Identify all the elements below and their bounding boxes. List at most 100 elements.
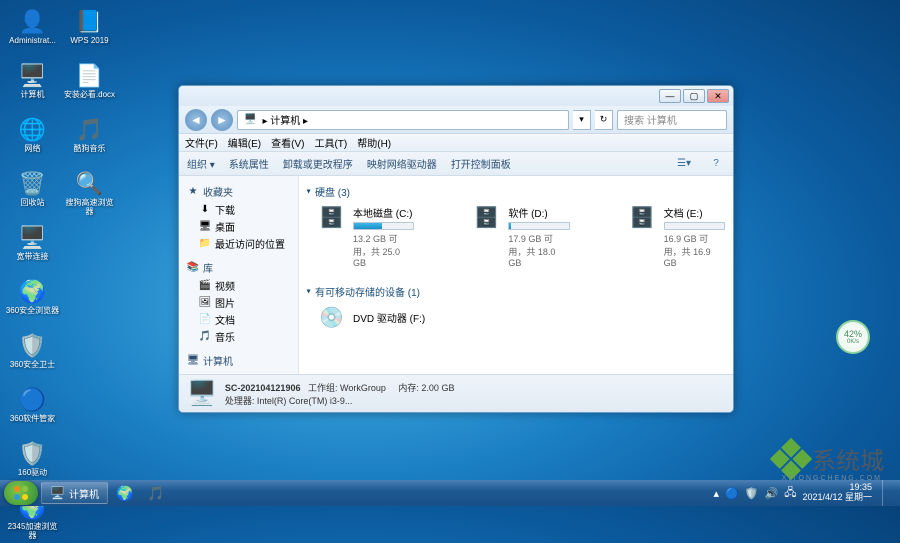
menu-edit[interactable]: 编辑(E): [228, 135, 261, 150]
search-icon: 🔍: [76, 170, 104, 198]
shield-icon: 🛡️: [19, 440, 47, 468]
start-button[interactable]: [4, 481, 38, 505]
library-icon: 📚: [187, 262, 199, 274]
hdd-icon: 🗄️: [630, 205, 658, 229]
main-pane: 硬盘 (3) 🗄️ 本地磁盘 (C:) 13.2 GB 可用，共 25.0 GB…: [299, 176, 733, 374]
windows-icon: [13, 485, 29, 501]
desktop-icon[interactable]: 🖥️宽带连接: [5, 221, 60, 273]
system-tray: ▴ 🔵 🛡️ 🔊 🖧 19:35 2021/4/12 星期一: [714, 480, 896, 506]
taskbar-pin-music[interactable]: 🎵: [142, 482, 170, 504]
desktop-icon[interactable]: 🌍360安全浏览器: [5, 275, 60, 327]
forward-button[interactable]: ►: [211, 109, 233, 131]
nav-pictures[interactable]: 🖼图片: [183, 294, 294, 311]
user-icon: 👤: [19, 8, 47, 36]
desktop-icon[interactable]: 📄安装必看.docx: [62, 59, 117, 111]
taskbar-item-computer[interactable]: 🖥️ 计算机: [41, 482, 108, 504]
desktop-icon[interactable]: 🖥️计算机: [5, 59, 60, 111]
connection-icon: 🖥️: [19, 224, 47, 252]
performance-widget[interactable]: 42% 0K/s: [836, 320, 870, 354]
nav-documents[interactable]: 📄文档: [183, 311, 294, 328]
search-input[interactable]: 搜索 计算机: [617, 110, 727, 130]
nav-videos[interactable]: 🎬视频: [183, 277, 294, 294]
tray-app-icon[interactable]: 🔵: [725, 487, 739, 500]
organize-button[interactable]: 组织 ▾: [187, 156, 215, 171]
picture-icon: 🖼: [199, 297, 211, 309]
minimize-button[interactable]: —: [659, 89, 681, 103]
music-icon: 🎵: [199, 331, 211, 343]
computer-name: SC-202104121906: [225, 383, 301, 393]
nav-downloads[interactable]: ⬇下载: [183, 201, 294, 218]
nav-music[interactable]: 🎵音乐: [183, 328, 294, 345]
desktop-icon[interactable]: 🛡️360安全卫士: [5, 329, 60, 381]
drive-d[interactable]: 🗄️ 软件 (D:) 17.9 GB 可用，共 18.0 GB: [474, 205, 569, 268]
control-panel-button[interactable]: 打开控制面板: [451, 156, 511, 171]
computer-icon: 🖥️: [50, 486, 65, 500]
show-desktop-button[interactable]: [882, 480, 892, 506]
help-icon[interactable]: ?: [707, 155, 725, 173]
tray-volume-icon[interactable]: 🔊: [764, 487, 778, 500]
breadcrumb-path: ▸ 计算机 ▸: [262, 112, 308, 127]
maximize-button[interactable]: ▢: [683, 89, 705, 103]
refresh-button[interactable]: ↻: [595, 110, 613, 130]
view-options-icon[interactable]: ☰▾: [675, 155, 693, 173]
menu-file[interactable]: 文件(F): [185, 135, 218, 150]
widget-sub: 0K/s: [847, 339, 859, 345]
hdd-icon: 🗄️: [474, 205, 502, 229]
taskbar-pin-browser[interactable]: 🌍: [111, 482, 139, 504]
taskbar: 🖥️ 计算机 🌍 🎵 ▴ 🔵 🛡️ 🔊 🖧 19:35 2021/4/12 星期…: [0, 480, 900, 506]
desktop-icon[interactable]: 🗑️回收站: [5, 167, 60, 219]
app-icon: 🔵: [19, 386, 47, 414]
system-properties-button[interactable]: 系统属性: [229, 156, 269, 171]
desktop-icons-col1: 👤Administrat... 🖥️计算机 🌐网络 🗑️回收站 🖥️宽带连接 🌍…: [5, 5, 60, 543]
shield-icon: 🛡️: [19, 332, 47, 360]
nav-desktop[interactable]: 🖥桌面: [183, 218, 294, 235]
desktop-icon[interactable]: 📘WPS 2019: [62, 5, 117, 57]
video-icon: 🎬: [199, 280, 211, 292]
desktop-icon[interactable]: 👤Administrat...: [5, 5, 60, 57]
explorer-window: — ▢ ✕ ◄ ► 🖥️ ▸ 计算机 ▸ ▾ ↻ 搜索 计算机 文件(F) 编辑…: [178, 85, 734, 413]
menu-tools[interactable]: 工具(T): [314, 135, 347, 150]
desktop-icon[interactable]: 🔵360软件管家: [5, 383, 60, 435]
map-drive-button[interactable]: 映射网络驱动器: [367, 156, 437, 171]
desktop-icon[interactable]: 🎵酷狗音乐: [62, 113, 117, 165]
device-name: DVD 驱动器 (F:): [353, 310, 425, 325]
drive-info: 13.2 GB 可用，共 25.0 GB: [353, 232, 414, 268]
wps-icon: 📘: [76, 8, 104, 36]
group-hdd[interactable]: 硬盘 (3): [307, 182, 725, 201]
menu-view[interactable]: 查看(V): [271, 135, 304, 150]
breadcrumb-dropdown[interactable]: ▾: [573, 110, 591, 130]
navbar: ◄ ► 🖥️ ▸ 计算机 ▸ ▾ ↻ 搜索 计算机: [179, 106, 733, 134]
drive-info: 17.9 GB 可用，共 18.0 GB: [508, 232, 569, 268]
back-button[interactable]: ◄: [185, 109, 207, 131]
nav-libraries[interactable]: 📚库: [183, 258, 294, 277]
drive-c[interactable]: 🗄️ 本地磁盘 (C:) 13.2 GB 可用，共 25.0 GB: [319, 205, 414, 268]
desktop-icon[interactable]: 🌐网络: [5, 113, 60, 165]
dvd-icon: 💿: [319, 305, 347, 329]
sidebar: ★收藏夹 ⬇下载 🖥桌面 📁最近访问的位置 📚库 🎬视频 🖼图片 📄文档 🎵音乐…: [179, 176, 299, 374]
tray-expand-icon[interactable]: ▴: [714, 487, 720, 500]
titlebar[interactable]: — ▢ ✕: [179, 86, 733, 106]
download-icon: ⬇: [199, 204, 211, 216]
doc-icon: 📄: [76, 62, 104, 90]
close-button[interactable]: ✕: [707, 89, 729, 103]
nav-computer[interactable]: 🖥计算机: [183, 351, 294, 370]
nav-favorites[interactable]: ★收藏夹: [183, 182, 294, 201]
tray-network-icon[interactable]: 🖧: [784, 484, 796, 503]
breadcrumb[interactable]: 🖥️ ▸ 计算机 ▸: [237, 110, 569, 130]
drive-e[interactable]: 🗄️ 文档 (E:) 16.9 GB 可用，共 16.9 GB: [630, 205, 725, 268]
watermark-logo-icon: [770, 437, 812, 479]
desktop-icon[interactable]: 🔍搜狗高速浏览器: [62, 167, 117, 219]
nav-recent[interactable]: 📁最近访问的位置: [183, 235, 294, 252]
device-dvd[interactable]: 💿 DVD 驱动器 (F:): [319, 305, 725, 329]
computer-icon: 🖥️: [19, 62, 47, 90]
group-removable[interactable]: 有可移动存储的设备 (1): [307, 282, 725, 301]
drive-name: 本地磁盘 (C:): [353, 205, 414, 220]
statusbar: 🖥️ SC-202104121906 工作组: WorkGroup 内存: 2.…: [179, 374, 733, 412]
uninstall-button[interactable]: 卸载或更改程序: [283, 156, 353, 171]
recent-icon: 📁: [199, 238, 211, 250]
taskbar-clock[interactable]: 19:35 2021/4/12 星期一: [802, 483, 872, 503]
menu-help[interactable]: 帮助(H): [357, 135, 391, 150]
widget-value: 42%: [844, 329, 862, 339]
star-icon: ★: [187, 186, 199, 198]
tray-security-icon[interactable]: 🛡️: [745, 487, 759, 500]
